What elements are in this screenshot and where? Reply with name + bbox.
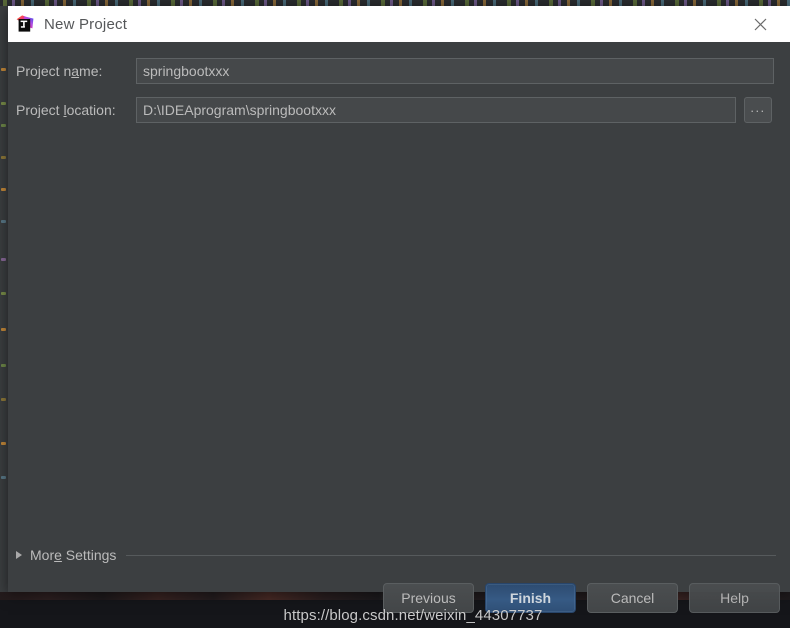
more-settings-toggle[interactable]: More Settings bbox=[16, 547, 782, 563]
help-button[interactable]: Help bbox=[689, 583, 780, 613]
chevron-right-icon bbox=[16, 551, 22, 559]
project-name-row: Project name: bbox=[8, 58, 790, 84]
previous-button[interactable]: Previous bbox=[383, 583, 474, 613]
more-settings-mnemonic: e bbox=[54, 547, 62, 563]
project-name-input[interactable] bbox=[136, 58, 774, 84]
dialog-body: Project name: Project location: ... More… bbox=[8, 42, 790, 592]
project-location-input[interactable] bbox=[136, 97, 736, 123]
project-name-label: Project name: bbox=[8, 63, 136, 79]
project-location-label: Project location: bbox=[8, 102, 136, 118]
dialog-title: New Project bbox=[44, 16, 127, 33]
new-project-dialog: New Project Project name: Project locati… bbox=[8, 6, 790, 592]
dialog-titlebar: New Project bbox=[8, 6, 790, 42]
project-name-mnemonic: a bbox=[71, 63, 79, 79]
cancel-button[interactable]: Cancel bbox=[587, 583, 678, 613]
more-settings-label: More Settings bbox=[30, 547, 116, 563]
project-location-row: Project location: ... bbox=[8, 97, 790, 123]
close-icon[interactable] bbox=[738, 6, 782, 42]
browse-folder-button[interactable]: ... bbox=[744, 97, 772, 123]
more-settings-separator bbox=[126, 555, 776, 556]
dialog-footer: Previous Finish Cancel Help bbox=[8, 583, 790, 628]
intellij-idea-icon bbox=[16, 15, 34, 33]
finish-button[interactable]: Finish bbox=[485, 583, 576, 613]
background-left-strip bbox=[0, 6, 8, 594]
